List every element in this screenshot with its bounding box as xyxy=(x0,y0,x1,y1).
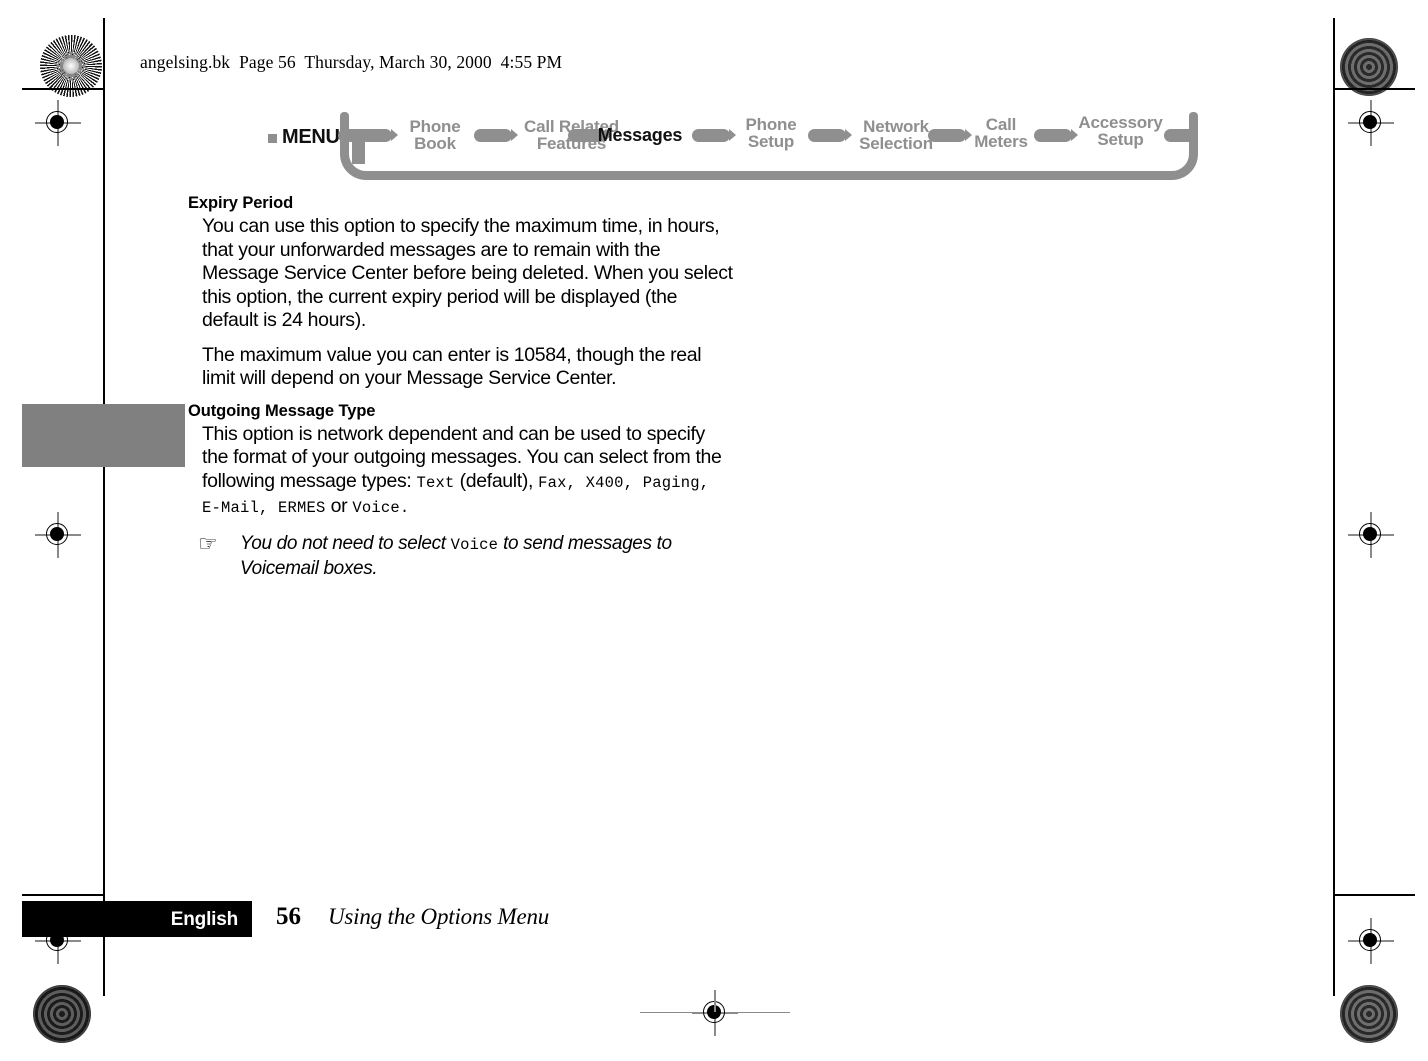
nav-connector-1 xyxy=(474,129,518,142)
nav-item-accessory-setup[interactable]: Accessory Setup xyxy=(1068,114,1173,148)
separator-2: , xyxy=(623,473,643,492)
note-text-part1: You do not need to select xyxy=(240,532,451,554)
crop-line-top-right-horizontal xyxy=(1333,88,1415,90)
crop-line-bottom-center-vertical xyxy=(714,996,716,1012)
nav-connector-7 xyxy=(1164,129,1198,142)
note-voicemail: ☞ You do not need to select Voice to send… xyxy=(188,532,733,581)
crop-line-top-right-vertical xyxy=(1333,18,1335,86)
menu-bullet-icon xyxy=(268,134,277,143)
separator-3: , xyxy=(699,473,710,492)
footer-page-number: 56 xyxy=(276,903,301,930)
trailing-period: . xyxy=(399,499,410,517)
separator-1: , xyxy=(566,473,586,492)
registration-mark-left-middle xyxy=(35,512,81,558)
value-text: Text xyxy=(416,473,455,492)
after-text-label: (default), xyxy=(454,469,539,492)
nav-connector-4 xyxy=(808,129,852,142)
value-email: E-Mail xyxy=(202,499,260,517)
crop-line-bottom-left-horizontal xyxy=(22,894,104,896)
nav-menu-label[interactable]: MENU xyxy=(282,126,340,149)
value-x400: X400 xyxy=(585,473,624,492)
footer-language-label: English xyxy=(170,909,238,930)
registration-mark-right-middle xyxy=(1348,512,1394,558)
crop-line-top-left-horizontal xyxy=(22,88,104,90)
nav-connector-5 xyxy=(928,129,972,142)
footer-section-title: Using the Options Menu xyxy=(328,904,550,929)
file-header-stamp: angelsing.bk Page 56 Thursday, March 30,… xyxy=(140,52,563,72)
paragraph-outgoing-message-type: This option is network dependent and can… xyxy=(188,423,733,521)
pointing-hand-icon: ☞ xyxy=(198,530,218,556)
registration-tail-bottom-center-left xyxy=(640,1011,692,1013)
chapter-index-tab xyxy=(22,404,185,467)
paragraph-expiry-period-1: You can use this option to specify the m… xyxy=(202,215,733,331)
nav-item-call-meters[interactable]: Call Meters xyxy=(966,116,1036,150)
nav-item-phone-book[interactable]: Phone Book xyxy=(396,118,474,152)
nav-connector-0 xyxy=(338,129,398,142)
nav-item-phone-setup[interactable]: Phone Setup xyxy=(732,116,810,150)
conjunction-or: or xyxy=(325,495,353,517)
crop-line-bottom-right-horizontal xyxy=(1333,894,1415,896)
nav-connector-3 xyxy=(692,129,736,142)
value-paging: Paging xyxy=(642,473,700,492)
heading-outgoing-message-type: Outgoing Message Type xyxy=(188,401,376,420)
note-value-voice: Voice xyxy=(450,535,499,554)
registration-tail-bottom-center-right xyxy=(738,1011,790,1013)
paragraph-expiry-period-2: The maximum value you can enter is 10584… xyxy=(202,343,702,390)
footer-language-bar: English xyxy=(22,901,252,937)
nav-connector-elbow-0 xyxy=(352,129,365,164)
nav-connector-6 xyxy=(1034,129,1078,142)
nav-item-messages[interactable]: Messages xyxy=(590,126,690,144)
value-fax: Fax xyxy=(538,473,567,492)
crop-line-top-left-vertical xyxy=(103,18,105,86)
value-ermes: ERMES xyxy=(278,499,326,517)
separator-4: , xyxy=(259,499,279,517)
registration-mark-top-left xyxy=(35,100,81,146)
crop-line-left-vertical xyxy=(103,86,105,996)
heading-expiry-period: Expiry Period xyxy=(188,194,294,212)
concentric-ring-target-bottom-left-icon xyxy=(33,985,91,1043)
value-voice: Voice xyxy=(352,499,400,517)
concentric-ring-target-bottom-right-icon xyxy=(1340,985,1398,1043)
crop-line-right-vertical xyxy=(1333,86,1335,996)
breadcrumb-nav: MENU Phone Book Call Related Features Me… xyxy=(268,108,1198,180)
page-content: Expiry Period You can use this option to… xyxy=(188,194,733,581)
registration-mark-top-right xyxy=(1348,100,1394,146)
registration-mark-bottom-right xyxy=(1348,918,1394,964)
